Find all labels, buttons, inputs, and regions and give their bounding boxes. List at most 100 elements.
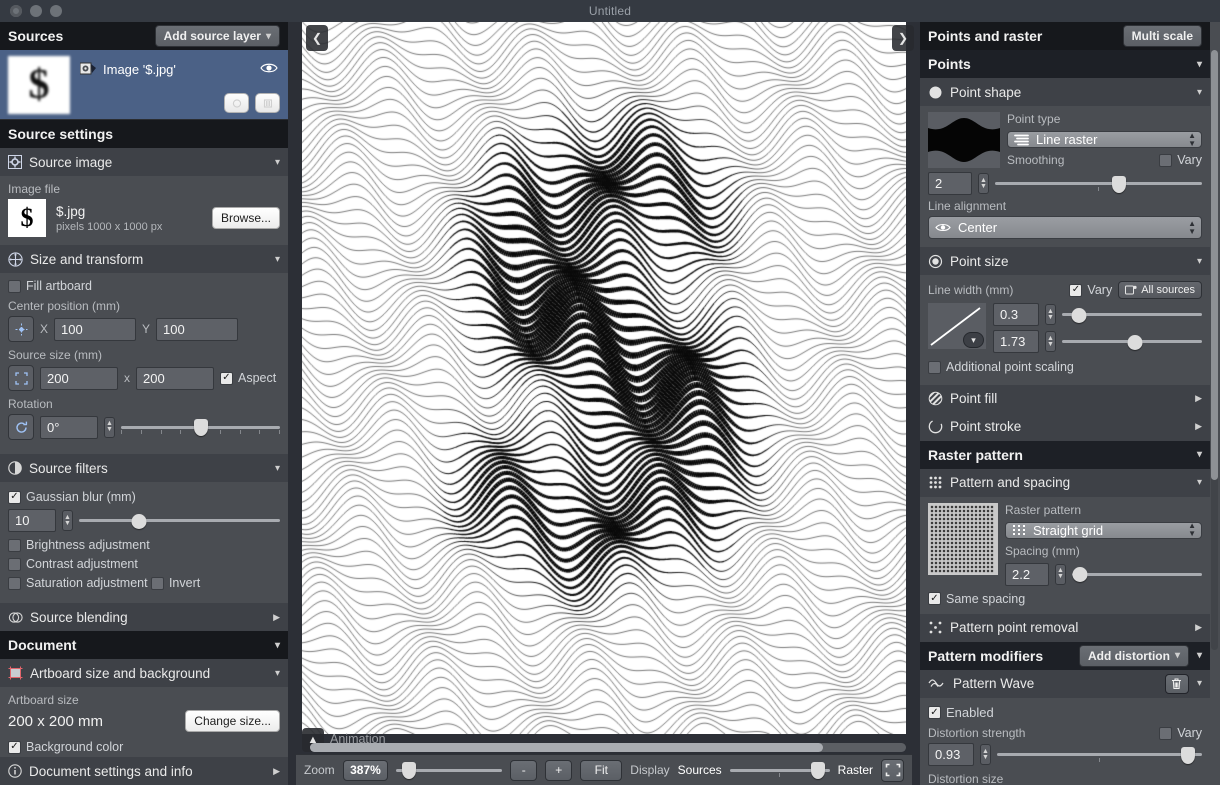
size-transform-section-header[interactable]: Size and transform ▾ bbox=[0, 245, 288, 273]
chevron-right-icon[interactable]: ▶ bbox=[1195, 393, 1202, 404]
gaussian-blur-slider[interactable] bbox=[79, 513, 280, 529]
source-layer-item[interactable]: $ Image '$.jpg' bbox=[0, 50, 288, 120]
duplicate-layer-button[interactable] bbox=[224, 93, 249, 113]
line-width-min-input[interactable] bbox=[993, 303, 1039, 326]
display-raster-label[interactable]: Raster bbox=[838, 763, 873, 777]
all-sources-button[interactable]: All sources bbox=[1118, 281, 1202, 299]
chevron-right-icon[interactable]: ▶ bbox=[273, 766, 280, 777]
spacing-input[interactable] bbox=[1005, 562, 1049, 586]
fill-artboard-checkbox[interactable]: Fill artboard bbox=[8, 279, 92, 293]
line-alignment-select[interactable]: Center ▲ ▼ bbox=[928, 216, 1202, 239]
chevron-right-icon[interactable]: ▶ bbox=[1195, 421, 1202, 432]
pattern-point-removal-section-header[interactable]: Pattern point removal ▶ bbox=[920, 613, 1210, 642]
chevron-down-icon[interactable]: ▾ bbox=[275, 668, 280, 679]
source-blending-section-header[interactable]: Source blending ▶ bbox=[0, 603, 288, 631]
distortion-strength-vary-checkbox[interactable]: Vary bbox=[1159, 726, 1202, 740]
chevron-down-icon[interactable]: ▾ bbox=[1197, 650, 1202, 661]
center-x-input[interactable] bbox=[54, 317, 137, 341]
multi-scale-button[interactable]: Multi scale bbox=[1122, 25, 1202, 47]
chevron-down-icon[interactable]: ▾ bbox=[1197, 449, 1202, 460]
source-filters-section-header[interactable]: Source filters ▾ bbox=[0, 454, 288, 482]
chevron-down-icon[interactable]: ▾ bbox=[275, 254, 280, 265]
line-width-max-stepper[interactable]: ▲ ▼ bbox=[1045, 331, 1056, 352]
eye-icon[interactable] bbox=[260, 62, 278, 74]
point-type-select[interactable]: Line raster ▲ ▼ bbox=[1007, 131, 1202, 148]
line-width-vary-checkbox[interactable]: ✓ Vary bbox=[1069, 283, 1112, 297]
pattern-spacing-section-header[interactable]: Pattern and spacing ▾ bbox=[920, 468, 1210, 497]
zoom-slider[interactable] bbox=[396, 762, 503, 779]
zoom-out-button[interactable]: - bbox=[510, 759, 538, 781]
display-sources-label[interactable]: Sources bbox=[678, 763, 722, 777]
raster-pattern-header[interactable]: Raster pattern ▾ bbox=[920, 440, 1210, 469]
same-spacing-checkbox[interactable]: ✓ Same spacing bbox=[928, 592, 1025, 606]
points-section-header[interactable]: Points ▾ bbox=[920, 50, 1210, 78]
source-image-section-header[interactable]: Source image ▾ bbox=[0, 148, 288, 176]
source-width-input[interactable] bbox=[40, 366, 118, 390]
canvas-viewport[interactable] bbox=[296, 22, 912, 734]
wave-enabled-checkbox[interactable]: ✓ Enabled bbox=[928, 705, 994, 720]
fullscreen-icon[interactable] bbox=[881, 758, 904, 782]
smoothing-stepper[interactable]: ▲ ▼ bbox=[978, 173, 989, 194]
chevron-down-icon[interactable]: ▾ bbox=[275, 157, 280, 168]
zoom-in-button[interactable]: + bbox=[545, 759, 573, 781]
chevron-down-icon[interactable]: ▾ bbox=[275, 463, 280, 474]
smoothing-input[interactable] bbox=[928, 172, 972, 195]
rotation-icon[interactable] bbox=[8, 414, 34, 440]
document-settings-section-header[interactable]: Document settings and info ▶ bbox=[0, 757, 288, 785]
smoothing-slider[interactable] bbox=[995, 175, 1202, 193]
distortion-strength-slider[interactable] bbox=[997, 746, 1202, 764]
contrast-checkbox[interactable]: Contrast adjustment bbox=[8, 557, 138, 571]
center-position-icon[interactable] bbox=[8, 316, 34, 342]
next-source-button[interactable]: ❯ bbox=[892, 25, 914, 51]
chevron-down-icon[interactable]: ▾ bbox=[275, 640, 280, 651]
point-fill-section-header[interactable]: Point fill ▶ bbox=[920, 384, 1210, 413]
background-color-checkbox[interactable]: ✓ Background color bbox=[8, 740, 123, 754]
distortion-strength-stepper[interactable]: ▲ ▼ bbox=[980, 744, 991, 765]
document-header[interactable]: Document ▾ bbox=[0, 631, 288, 659]
distortion-strength-input[interactable] bbox=[928, 743, 974, 766]
rotation-slider[interactable] bbox=[121, 419, 280, 436]
gaussian-blur-checkbox[interactable]: ✓ Gaussian blur (mm) bbox=[8, 490, 136, 504]
line-width-min-stepper[interactable]: ▲ ▼ bbox=[1045, 304, 1056, 325]
curve-preset-dropdown[interactable]: ▾ bbox=[963, 332, 984, 348]
line-width-curve-preview[interactable]: ▾ bbox=[928, 303, 986, 349]
line-width-max-slider[interactable] bbox=[1062, 334, 1202, 350]
zoom-value[interactable]: 387% bbox=[342, 759, 389, 781]
delete-layer-button[interactable] bbox=[255, 93, 280, 113]
invert-checkbox[interactable]: Invert bbox=[150, 576, 200, 590]
saturation-checkbox[interactable]: Saturation adjustment bbox=[8, 576, 148, 590]
rotation-stepper[interactable]: ▲ ▼ bbox=[104, 416, 115, 438]
fit-button[interactable]: Fit bbox=[580, 759, 623, 781]
trash-icon[interactable] bbox=[1164, 673, 1189, 694]
center-y-input[interactable] bbox=[156, 317, 239, 341]
chevron-down-icon[interactable]: ▾ bbox=[1197, 678, 1202, 689]
gaussian-blur-input[interactable] bbox=[8, 509, 56, 532]
pattern-wave-section-header[interactable]: Pattern Wave ▾ bbox=[920, 669, 1210, 698]
add-source-layer-button[interactable]: Add source layer ▾ bbox=[154, 25, 280, 47]
display-mix-slider[interactable] bbox=[729, 762, 830, 779]
aspect-checkbox[interactable]: ✓ Aspect bbox=[220, 371, 276, 385]
chevron-down-icon[interactable]: ▾ bbox=[1197, 87, 1202, 98]
line-width-max-input[interactable] bbox=[993, 330, 1039, 353]
point-stroke-section-header[interactable]: Point stroke ▶ bbox=[920, 412, 1210, 441]
spacing-stepper[interactable]: ▲ ▼ bbox=[1055, 563, 1066, 585]
chevron-down-icon[interactable]: ▾ bbox=[1197, 256, 1202, 267]
change-size-button[interactable]: Change size... bbox=[185, 710, 280, 732]
brightness-checkbox[interactable]: Brightness adjustment bbox=[8, 538, 150, 552]
additional-point-scaling-checkbox[interactable]: Additional point scaling bbox=[928, 360, 1074, 374]
browse-button[interactable]: Browse... bbox=[211, 207, 280, 229]
source-height-input[interactable] bbox=[136, 366, 214, 390]
chevron-down-icon[interactable]: ▾ bbox=[1197, 477, 1202, 488]
horizontal-scrollbar[interactable] bbox=[310, 743, 906, 752]
point-shape-section-header[interactable]: Point shape ▾ bbox=[920, 78, 1210, 106]
add-distortion-button[interactable]: Add distortion ▾ bbox=[1078, 644, 1189, 667]
spacing-slider[interactable] bbox=[1072, 566, 1202, 582]
chevron-down-icon[interactable]: ▾ bbox=[1197, 59, 1202, 70]
artboard-section-header[interactable]: Artboard size and background ▾ bbox=[0, 659, 288, 687]
raster-pattern-select[interactable]: Straight grid ▲ ▼ bbox=[1005, 521, 1202, 539]
source-layer-actions[interactable] bbox=[224, 93, 280, 113]
chevron-right-icon[interactable]: ▶ bbox=[273, 612, 280, 623]
rotation-input[interactable] bbox=[40, 415, 98, 439]
chevron-right-icon[interactable]: ▶ bbox=[1195, 622, 1202, 633]
gaussian-blur-stepper[interactable]: ▲ ▼ bbox=[62, 510, 73, 531]
